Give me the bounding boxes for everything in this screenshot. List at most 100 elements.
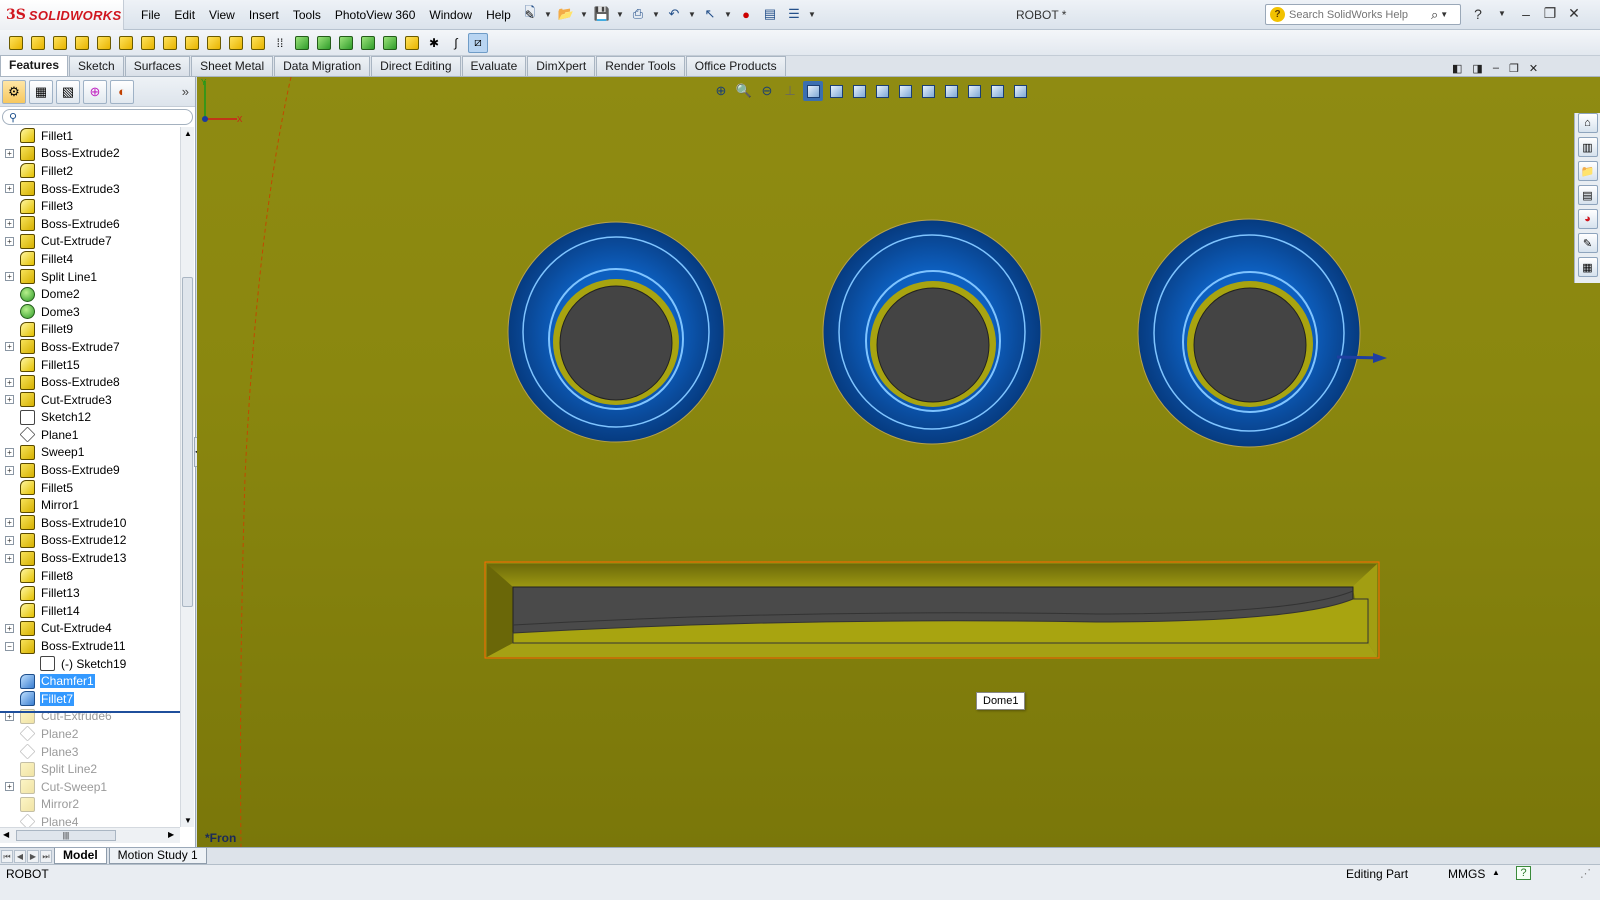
wrap-icon[interactable] xyxy=(358,33,378,53)
tree-node[interactable]: Fillet1 xyxy=(0,127,180,145)
first-tab-icon[interactable]: ⏮ xyxy=(1,849,13,863)
eye-left[interactable] xyxy=(507,221,725,443)
tree-node[interactable]: (-) Sketch19 xyxy=(0,655,180,673)
tab-dimxpert[interactable]: DimXpert xyxy=(527,56,596,76)
select-pointer-icon[interactable]: ↖ xyxy=(700,4,720,24)
tree-node[interactable]: + Boss-Extrude3 xyxy=(0,180,180,198)
doc-minimize-icon[interactable]: ‒ xyxy=(1493,62,1499,75)
expand-node-icon[interactable]: + xyxy=(5,236,14,246)
previous-view-icon[interactable]: ⊖ xyxy=(757,81,777,101)
expand-node-icon[interactable]: + xyxy=(5,518,14,528)
search-icon[interactable]: ⌕ xyxy=(1431,7,1438,23)
curves-icon[interactable]: ∫ xyxy=(446,33,466,53)
tree-node[interactable]: Fillet2 xyxy=(0,162,180,180)
menu-file[interactable]: File xyxy=(134,0,167,30)
hole-wizard-icon[interactable] xyxy=(138,33,158,53)
tree-node[interactable]: Mirror1 xyxy=(0,496,180,514)
close-icon[interactable]: ✕ xyxy=(1566,5,1582,22)
menu-help[interactable]: Help xyxy=(479,0,518,30)
draft-icon[interactable] xyxy=(314,33,334,53)
tree-node[interactable]: + Boss-Extrude8 xyxy=(0,373,180,391)
menu-insert[interactable]: Insert xyxy=(242,0,286,30)
perspective-icon[interactable] xyxy=(1010,81,1030,101)
expand-node-icon[interactable]: + xyxy=(5,219,14,229)
tab-sheet-metal[interactable]: Sheet Metal xyxy=(191,56,274,76)
swept-boss-icon[interactable] xyxy=(50,33,70,53)
custom-properties-icon[interactable]: ✎ xyxy=(1577,233,1598,253)
tree-node[interactable]: Fillet3 xyxy=(0,197,180,215)
expand-node-icon[interactable]: + xyxy=(5,447,14,457)
instant3d-icon[interactable]: ⧄ xyxy=(468,32,488,53)
tree-node[interactable]: Mirror2 xyxy=(0,796,180,814)
tab-model[interactable]: Model xyxy=(54,848,107,864)
tree-node[interactable]: Plane1 xyxy=(0,426,180,444)
collapse-node-icon[interactable]: − xyxy=(5,641,14,651)
search-dropdown-icon[interactable]: ▼ xyxy=(1440,10,1448,19)
tab-sketch[interactable]: Sketch xyxy=(69,56,124,76)
tile-left-icon[interactable]: ◧ xyxy=(1452,62,1462,75)
revolved-cut-icon[interactable] xyxy=(160,33,180,53)
tree-vertical-scrollbar[interactable]: ▲ ▼ xyxy=(180,127,194,827)
scroll-right-icon[interactable]: ▶ xyxy=(168,830,174,839)
display-style-icon[interactable] xyxy=(826,81,846,101)
ambient-occlusion-icon[interactable] xyxy=(987,81,1007,101)
print-icon[interactable]: ⎙ xyxy=(628,4,648,24)
zoom-to-area-icon[interactable]: 🔍 xyxy=(734,81,754,101)
help-menu-icon[interactable]: ? xyxy=(1470,6,1486,22)
expand-node-icon[interactable]: + xyxy=(5,535,14,545)
expand-panel-icon[interactable]: » xyxy=(182,84,189,99)
view-palette-icon[interactable]: ▤ xyxy=(1577,185,1598,205)
boundary-cut-icon[interactable] xyxy=(226,33,246,53)
undo-icon[interactable]: ↶ xyxy=(664,4,684,24)
doc-close-icon[interactable]: ✕ xyxy=(1529,62,1538,75)
restore-icon[interactable]: ❐ xyxy=(1542,5,1558,22)
scroll-up-icon[interactable]: ▲ xyxy=(184,129,192,138)
tab-render-tools[interactable]: Render Tools xyxy=(596,56,685,76)
unit-system-selector[interactable]: MMGS xyxy=(1448,867,1485,881)
tree-node[interactable]: Plane4 xyxy=(0,813,180,827)
prev-tab-icon[interactable]: ◀ xyxy=(14,849,26,863)
eye-right[interactable] xyxy=(1137,218,1387,448)
rollback-bar[interactable] xyxy=(0,711,180,713)
tree-node[interactable]: Fillet5 xyxy=(0,479,180,497)
tree-node[interactable]: + Boss-Extrude6 xyxy=(0,215,180,233)
options-dropdown-icon[interactable]: ▼ xyxy=(808,4,816,24)
tile-right-icon[interactable]: ◨ xyxy=(1472,62,1482,75)
expand-node-icon[interactable]: + xyxy=(5,711,14,721)
tree-node[interactable]: Fillet7 xyxy=(0,690,180,708)
hide-show-items-icon[interactable] xyxy=(849,81,869,101)
tree-node[interactable]: + Sweep1 xyxy=(0,444,180,462)
menu-edit[interactable]: Edit xyxy=(167,0,202,30)
tree-node[interactable]: + Boss-Extrude10 xyxy=(0,514,180,532)
design-library-icon[interactable]: ▥ xyxy=(1577,137,1598,157)
featuremanager-tree-icon[interactable]: ⚙ xyxy=(2,79,26,104)
revolved-boss-icon[interactable] xyxy=(28,33,48,53)
tree-node[interactable]: + Cut-Extrude4 xyxy=(0,620,180,638)
expand-node-icon[interactable]: + xyxy=(5,623,14,633)
tree-node[interactable]: Fillet4 xyxy=(0,250,180,268)
select-dropdown-icon[interactable]: ▼ xyxy=(724,4,732,24)
graphics-area[interactable]: ⊕ 🔍 ⊖ ⊥ Dome1 Y X *Fron ⌂ ▥ 📁 ▤ ◕ ✎ ▦ xyxy=(197,77,1600,847)
displaymanager-icon[interactable]: ◐ xyxy=(110,79,134,104)
expand-node-icon[interactable]: + xyxy=(5,148,14,158)
save-dropdown-icon[interactable]: ▼ xyxy=(616,4,624,24)
reference-geometry-icon[interactable]: ✱ xyxy=(424,33,444,53)
save-icon[interactable]: 💾 xyxy=(592,4,612,24)
tree-node[interactable]: Dome3 xyxy=(0,303,180,321)
tree-node[interactable]: Fillet9 xyxy=(0,321,180,339)
expand-node-icon[interactable]: + xyxy=(5,782,14,792)
intersect-icon[interactable] xyxy=(380,33,400,53)
section-view-icon[interactable]: ⊥ xyxy=(780,81,800,101)
scroll-thumb[interactable] xyxy=(182,277,193,607)
apply-scene-icon[interactable] xyxy=(895,81,915,101)
tree-node[interactable]: + Cut-Sweep1 xyxy=(0,778,180,796)
tree-node[interactable]: + Boss-Extrude9 xyxy=(0,461,180,479)
mirror-icon[interactable] xyxy=(402,33,422,53)
tab-direct-editing[interactable]: Direct Editing xyxy=(371,56,461,76)
search-box[interactable]: ? ⌕ ▼ xyxy=(1265,4,1461,25)
tree-node[interactable]: + Cut-Extrude7 xyxy=(0,233,180,251)
scroll-left-icon[interactable]: ◀ xyxy=(3,830,9,839)
tree-node[interactable]: + Boss-Extrude2 xyxy=(0,145,180,163)
tree-node[interactable]: + Split Line1 xyxy=(0,268,180,286)
tree-node[interactable]: − Boss-Extrude11 xyxy=(0,637,180,655)
